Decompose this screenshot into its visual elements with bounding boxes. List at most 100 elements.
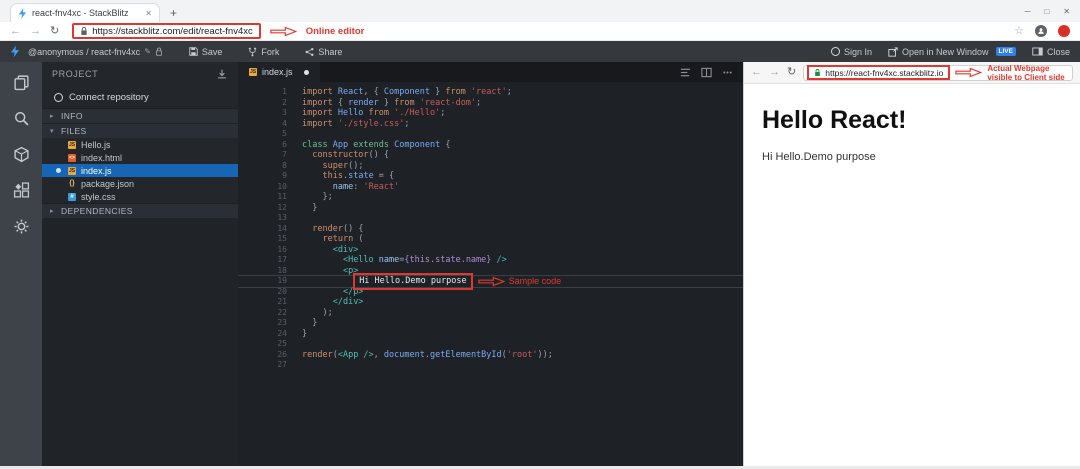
- open-new-window-button[interactable]: Open in New Window LIVE: [888, 47, 1016, 57]
- code-line-14[interactable]: 14 render() {: [238, 224, 743, 235]
- file-name: style.css: [81, 191, 116, 202]
- stackblitz-favicon: [18, 7, 27, 19]
- browser-tab[interactable]: react-fnv4xc - StackBlitz ✕: [10, 3, 160, 22]
- format-code-icon[interactable]: [680, 67, 691, 78]
- code-line-17[interactable]: 17 <Hello name = {this.state.name} />: [238, 255, 743, 266]
- code-line-3[interactable]: 3 import Hello from './Hello';: [238, 108, 743, 119]
- preview-forward-icon[interactable]: →: [769, 67, 780, 78]
- code-line-6[interactable]: 6 class App extends Component {: [238, 140, 743, 151]
- line-number: 1: [282, 87, 287, 96]
- more-options-icon[interactable]: [722, 67, 733, 78]
- preview-back-icon[interactable]: ←: [751, 67, 762, 78]
- line-number: 21: [277, 297, 287, 306]
- forward-icon[interactable]: →: [30, 25, 41, 37]
- code-line-1[interactable]: 1 import React, { Component } from 'react…: [238, 87, 743, 98]
- code-line-24[interactable]: 24}: [238, 329, 743, 340]
- actual-webpage-label: Actual Webpage visible to Client side: [987, 64, 1064, 82]
- line-content: [302, 213, 743, 224]
- line-content: render() {: [312, 223, 364, 234]
- refresh-icon[interactable]: ↻: [50, 25, 59, 37]
- address-url[interactable]: https://stackblitz.com/edit/react-fnv4xc: [92, 26, 253, 37]
- section-dependencies[interactable]: ▸ DEPENDENCIES: [42, 203, 238, 218]
- code-line-13[interactable]: 13: [238, 213, 743, 224]
- line-number: 16: [277, 244, 287, 254]
- code-line-4[interactable]: 4 import './style.css';: [238, 119, 743, 130]
- preview-url-annotation-frame: https://react-fnv4xc.stackblitz.io: [807, 65, 951, 80]
- file-item-index.html[interactable]: <> index.html: [42, 151, 238, 164]
- preview-url-field[interactable]: https://react-fnv4xc.stackblitz.io Actua…: [803, 64, 1073, 82]
- deploy-icon[interactable]: [13, 146, 30, 163]
- code-line-2[interactable]: 2 import { render } from 'react-dom';: [238, 98, 743, 109]
- file-item-package.json[interactable]: {} package.json: [42, 177, 238, 190]
- file-item-Hello.js[interactable]: JS Hello.js: [42, 138, 238, 151]
- bookmark-star-icon[interactable]: ☆: [1014, 25, 1024, 37]
- code-line-5[interactable]: 5: [238, 129, 743, 140]
- close-label: Close: [1046, 46, 1070, 57]
- maximize-icon[interactable]: □: [1044, 7, 1049, 16]
- file-item-index.js[interactable]: JS index.js: [42, 164, 238, 177]
- file-item-style.css[interactable]: # style.css: [42, 190, 238, 203]
- file-name: Hello.js: [81, 139, 111, 150]
- browser-tab-strip: react-fnv4xc - StackBlitz ✕ + ─ □ ✕: [0, 0, 1080, 22]
- line-content: }: [302, 328, 308, 339]
- line-content: this. state = {: [322, 171, 395, 181]
- unsaved-dot-icon[interactable]: [303, 69, 309, 75]
- editor-tab-bar: JS index.js: [238, 62, 743, 82]
- code-line-22[interactable]: 22 );: [238, 308, 743, 319]
- section-info[interactable]: ▸ INFO: [42, 108, 238, 123]
- fork-button[interactable]: Fork: [248, 47, 279, 57]
- settings-gear-icon[interactable]: [13, 218, 30, 235]
- line-content: [302, 360, 743, 371]
- activity-bar: [0, 62, 42, 466]
- code-line-25[interactable]: 25: [238, 339, 743, 350]
- connect-repository-button[interactable]: Connect repository: [42, 86, 238, 108]
- workspace-name: @anonymous / react-fnv4xc: [28, 46, 141, 57]
- code-line-18[interactable]: 18 <p>: [238, 266, 743, 277]
- code-line-12[interactable]: 12 }: [238, 203, 743, 214]
- browser-window: react-fnv4xc - StackBlitz ✕ + ─ □ ✕ ← → …: [0, 0, 1080, 469]
- code-line-7[interactable]: 7 constructor() {: [238, 150, 743, 161]
- code-line-26[interactable]: 26 render(<App />, document. getElementByI…: [238, 350, 743, 361]
- back-icon[interactable]: ←: [10, 25, 21, 37]
- file-name: package.json: [81, 178, 135, 189]
- export-project-icon[interactable]: [216, 68, 228, 80]
- extensions-icon[interactable]: [13, 182, 30, 199]
- profile-icon[interactable]: [1035, 25, 1047, 37]
- sign-in-button[interactable]: Sign In: [830, 47, 872, 57]
- code-line-11[interactable]: 11 };: [238, 192, 743, 203]
- private-lock-icon[interactable]: [155, 47, 163, 56]
- line-number: 24: [277, 328, 287, 338]
- code-line-27[interactable]: 27: [238, 360, 743, 371]
- js-file-icon: JS: [249, 68, 257, 76]
- minimize-icon[interactable]: ─: [1025, 7, 1031, 16]
- tab-close-icon[interactable]: ✕: [145, 9, 152, 18]
- preview-refresh-icon[interactable]: ↻: [787, 67, 796, 78]
- window-close-icon[interactable]: ✕: [1063, 7, 1070, 16]
- line-content: };: [302, 192, 333, 202]
- code-line-9[interactable]: 9 this. state = {: [238, 171, 743, 182]
- preview-url: https://react-fnv4xc.stackblitz.io: [825, 67, 944, 78]
- code-line-10[interactable]: 10 name: 'React': [238, 182, 743, 193]
- code-line-15[interactable]: 15 return (: [238, 234, 743, 245]
- share-button[interactable]: Share: [305, 47, 342, 57]
- save-button[interactable]: Save: [189, 47, 222, 57]
- workspace-breadcrumb[interactable]: @anonymous / react-fnv4xc ✎: [28, 47, 163, 57]
- section-info-label: INFO: [61, 111, 83, 121]
- search-icon[interactable]: [13, 110, 30, 127]
- editor-tab-indexjs[interactable]: JS index.js: [238, 62, 320, 82]
- edit-name-icon[interactable]: ✎: [144, 47, 151, 56]
- code-line-23[interactable]: 23 }: [238, 318, 743, 329]
- split-view-icon[interactable]: [701, 67, 712, 78]
- code-line-8[interactable]: 8 super ();: [238, 161, 743, 172]
- code-line-21[interactable]: 21 </div>: [238, 297, 743, 308]
- project-files-icon[interactable]: [13, 74, 30, 91]
- code-line-19[interactable]: 19 Hi Hello.Demo purpose Sample code: [238, 273, 743, 290]
- profile-badge-icon[interactable]: [1058, 25, 1070, 37]
- code-line-16[interactable]: 16 <div>: [238, 245, 743, 256]
- close-preview-button[interactable]: Close: [1032, 47, 1070, 57]
- code-line-20[interactable]: 20 </p>: [238, 287, 743, 298]
- section-files[interactable]: ▾ FILES: [42, 123, 238, 138]
- new-tab-button[interactable]: +: [170, 6, 177, 20]
- modified-dot-icon: [56, 168, 61, 173]
- fork-icon: [249, 47, 257, 56]
